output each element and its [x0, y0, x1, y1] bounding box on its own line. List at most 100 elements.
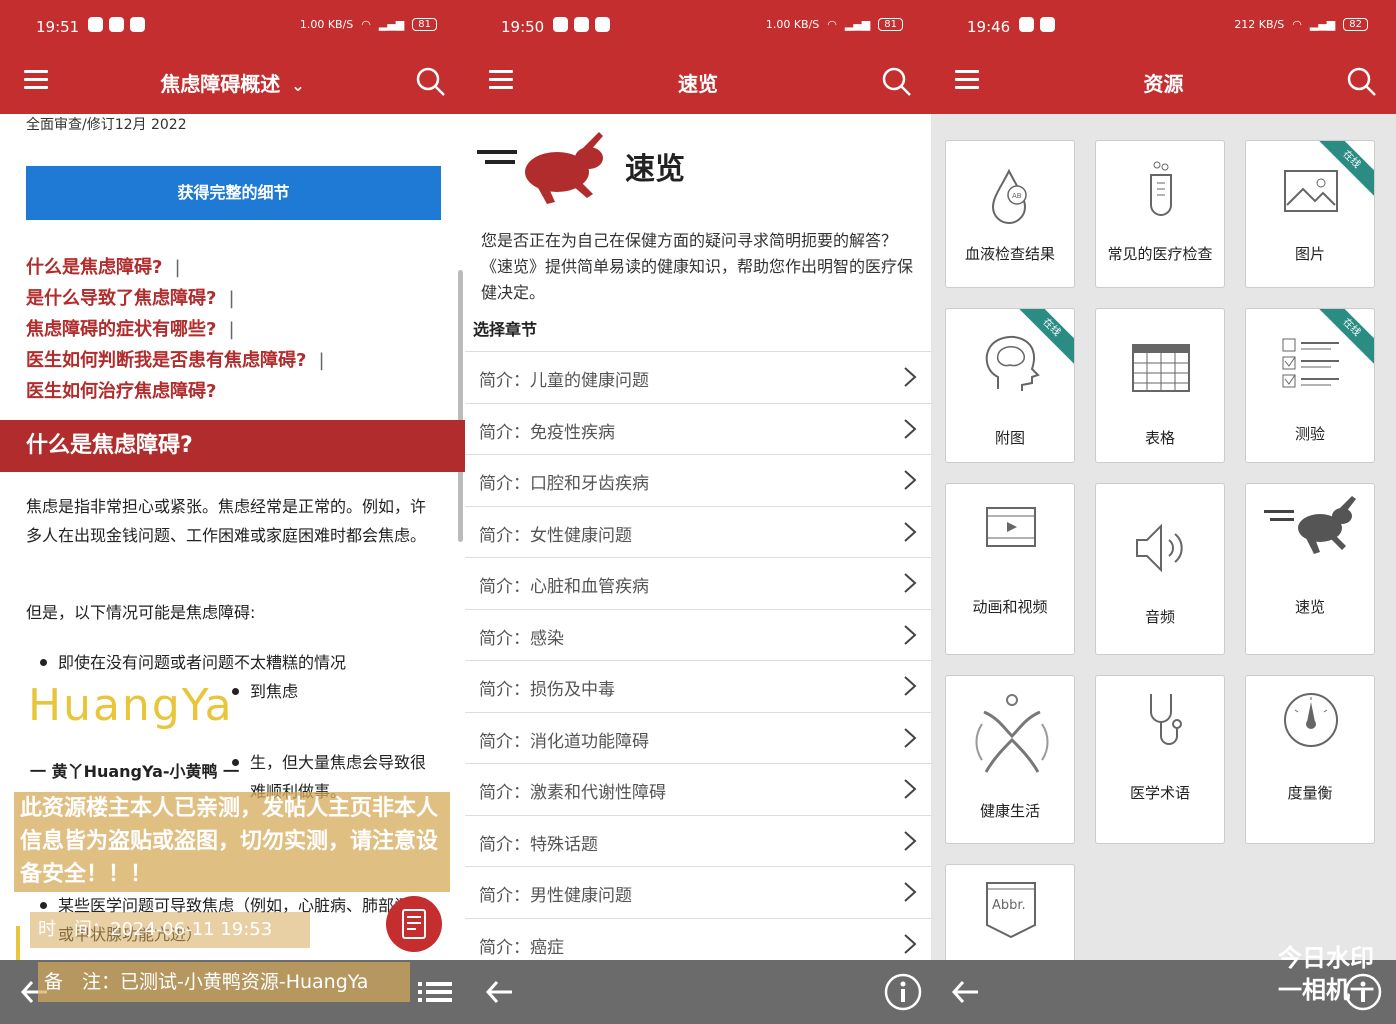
status-time: 19:46 [967, 18, 1011, 36]
chevron-right-icon [904, 882, 917, 902]
tile-illustrations[interactable]: 在线 附图 [945, 308, 1075, 463]
chevron-right-icon [904, 470, 917, 490]
svg-text:AB: AB [1012, 192, 1022, 200]
section-heading: 什么是焦虑障碍? [0, 420, 465, 472]
tile-animations-videos[interactable]: 动画和视频 [945, 483, 1075, 655]
chevron-right-icon [904, 933, 917, 954]
network-speed: 212 KB/S [1234, 18, 1285, 31]
tile-blood-test-results[interactable]: AB 血液检查结果 [945, 140, 1075, 288]
quick-view-heading: 速览 [625, 152, 685, 187]
list-item[interactable]: 简介：口腔和牙齿疾病 [465, 454, 931, 506]
signal-icon: ▂▄▆ [1309, 18, 1336, 31]
status-time: 19:51 [36, 18, 80, 36]
list-item[interactable]: 简介：损伤及中毒 [465, 660, 931, 712]
status-time: 19:50 [501, 18, 545, 36]
tile-medical-terms[interactable]: 医学术语 [1095, 675, 1225, 844]
notification-icons [88, 17, 145, 32]
status-right: 212 KB/S ◠ ▂▄▆ 82 [1234, 18, 1368, 31]
stamp-note: 备 注：已测试-小黄鸭资源-HuangYa [38, 962, 410, 1002]
rabbit-icon [1264, 496, 1356, 554]
revised-date: 全面审查/修订12月 2022 [26, 117, 187, 133]
toc-link[interactable]: 什么是焦虑障碍? | [26, 256, 325, 287]
watermark-subtitle: 一 黄丫HuangYa-小黄鸭 一 [30, 762, 240, 781]
status-right: 1.00 KB/S ◠ ▂▄▆ 81 [300, 18, 437, 31]
tile-audio[interactable]: 音频 [1095, 483, 1225, 655]
person-icon [975, 694, 1049, 773]
chevron-right-icon [904, 676, 917, 696]
list-item[interactable]: 简介：儿童的健康问题 [465, 351, 931, 403]
gauge-icon [1284, 693, 1338, 747]
tile-quizzes[interactable]: 在线 测验 [1245, 308, 1375, 463]
list-item[interactable]: 简介：免疫性疾病 [465, 402, 931, 455]
page-title: 资源 [1143, 72, 1184, 96]
page-title: 速览 [678, 72, 718, 96]
chevron-right-icon [904, 367, 917, 387]
test-tube-icon [1150, 161, 1172, 216]
notes-fab-button[interactable] [386, 896, 442, 952]
list-icon[interactable] [418, 980, 452, 1004]
panel-resources: 19:46 212 KB/S ◠ ▂▄▆ 82 资源 AB 血液检查结果 常见的… [931, 0, 1396, 1024]
list-item[interactable]: 简介：心脏和血管疾病 [465, 557, 931, 609]
toc-link[interactable]: 医生如何判断我是否患有焦虑障碍? | [26, 349, 325, 380]
toc-link[interactable]: 医生如何治疗焦虑障碍? [26, 380, 325, 411]
chevron-right-icon [904, 418, 917, 439]
list-item[interactable]: 简介：男性健康问题 [465, 866, 931, 918]
search-icon[interactable] [413, 64, 449, 100]
watermark-logo: HuangYa [28, 680, 234, 731]
search-icon[interactable] [879, 64, 915, 100]
notification-icons [553, 17, 610, 32]
tile-healthy-living[interactable]: 健康生活 [945, 675, 1075, 844]
tile-quick-view[interactable]: 速览 [1245, 483, 1375, 655]
list-item[interactable]: 简介：感染 [465, 608, 931, 661]
tile-common-medical-tests[interactable]: 常见的医疗检查 [1095, 140, 1225, 288]
panel-anxiety-overview: 19:51 1.00 KB/S ◠ ▂▄▆ 81 焦虑障碍概述 ⌄ 全面审查/修… [0, 0, 465, 1024]
image-icon [1284, 170, 1338, 212]
list-item[interactable]: 简介：特殊话题 [465, 814, 931, 867]
tile-abbreviations[interactable]: Abbr. [945, 864, 1075, 964]
list-item[interactable]: 简介：激素和代谢性障碍 [465, 763, 931, 815]
blood-drop-icon: AB [991, 168, 1027, 224]
corner-watermark: 今日水印 一相机一 [1278, 944, 1374, 1004]
film-icon [986, 507, 1036, 547]
signal-icon: ▂▄▆ [378, 18, 405, 31]
app-bar: 资源 [931, 54, 1396, 114]
page-title-dropdown[interactable]: 焦虑障碍概述 ⌄ [0, 68, 465, 97]
signal-icon: ▂▄▆ [844, 18, 871, 31]
scrollbar[interactable] [458, 270, 463, 542]
tile-measurements[interactable]: 度量衡 [1245, 675, 1375, 844]
wifi-icon: ◠ [1292, 18, 1302, 31]
chevron-right-icon [904, 521, 917, 542]
tile-images[interactable]: 在线 图片 [1245, 140, 1375, 288]
info-icon[interactable] [883, 972, 923, 1012]
tile-tables[interactable]: 表格 [1095, 308, 1225, 463]
battery-icon: 81 [878, 18, 903, 31]
search-icon[interactable] [1344, 64, 1380, 100]
bottom-nav [465, 960, 931, 1024]
chevron-down-icon: ⌄ [291, 76, 305, 95]
bullet-item-cont: 到焦虑 [232, 677, 350, 706]
head-brain-icon [985, 336, 1040, 391]
list-item[interactable]: 简介：消化道功能障碍 [465, 711, 931, 764]
chevron-right-icon [904, 624, 917, 645]
panel-quick-view: 19:50 1.00 KB/S ◠ ▂▄▆ 81 速览 速览 您是否正在为自己在… [465, 0, 931, 1024]
status-bar: 19:46 212 KB/S ◠ ▂▄▆ 82 [931, 0, 1396, 54]
list-item[interactable]: 简介：女性健康问题 [465, 505, 931, 558]
app-bar: 焦虑障碍概述 ⌄ [0, 54, 465, 114]
network-speed: 1.00 KB/S [299, 18, 354, 31]
stamp-time: 时 间：2024-06-11 19:53 [30, 912, 310, 948]
wifi-icon: ◠ [361, 18, 371, 31]
toc-link[interactable]: 焦虑障碍的症状有哪些? | [26, 318, 325, 349]
toc-link[interactable]: 是什么导致了焦虑障碍? | [26, 287, 325, 318]
chevron-right-icon [904, 779, 917, 799]
bullet-item: 即使在没有问题或者问题不太糟糕的情况 [40, 648, 438, 677]
back-arrow-icon[interactable] [951, 978, 981, 1006]
chevron-right-icon [904, 573, 917, 593]
status-right: 1.00 KB/S ◠ ▂▄▆ 81 [766, 18, 903, 31]
overlay-notice: 此资源楼主本人已亲测，发帖人主页非本人信息皆为盗贴或盗图，切勿实测，请注意设备安… [14, 792, 450, 892]
network-speed: 1.00 KB/S [765, 18, 820, 31]
back-arrow-icon[interactable] [485, 978, 515, 1006]
select-chapter-label: 选择章节 [473, 320, 538, 339]
get-full-details-button[interactable]: 获得完整的细节 [26, 166, 441, 220]
quick-view-description: 您是否正在为自己在保健方面的疑问寻求简明扼要的解答？《速览》提供简单易读的健康知… [481, 231, 914, 302]
chapter-list: 简介：儿童的健康问题 简介：免疫性疾病 简介：口腔和牙齿疾病 简介：女性健康问题… [465, 351, 931, 969]
